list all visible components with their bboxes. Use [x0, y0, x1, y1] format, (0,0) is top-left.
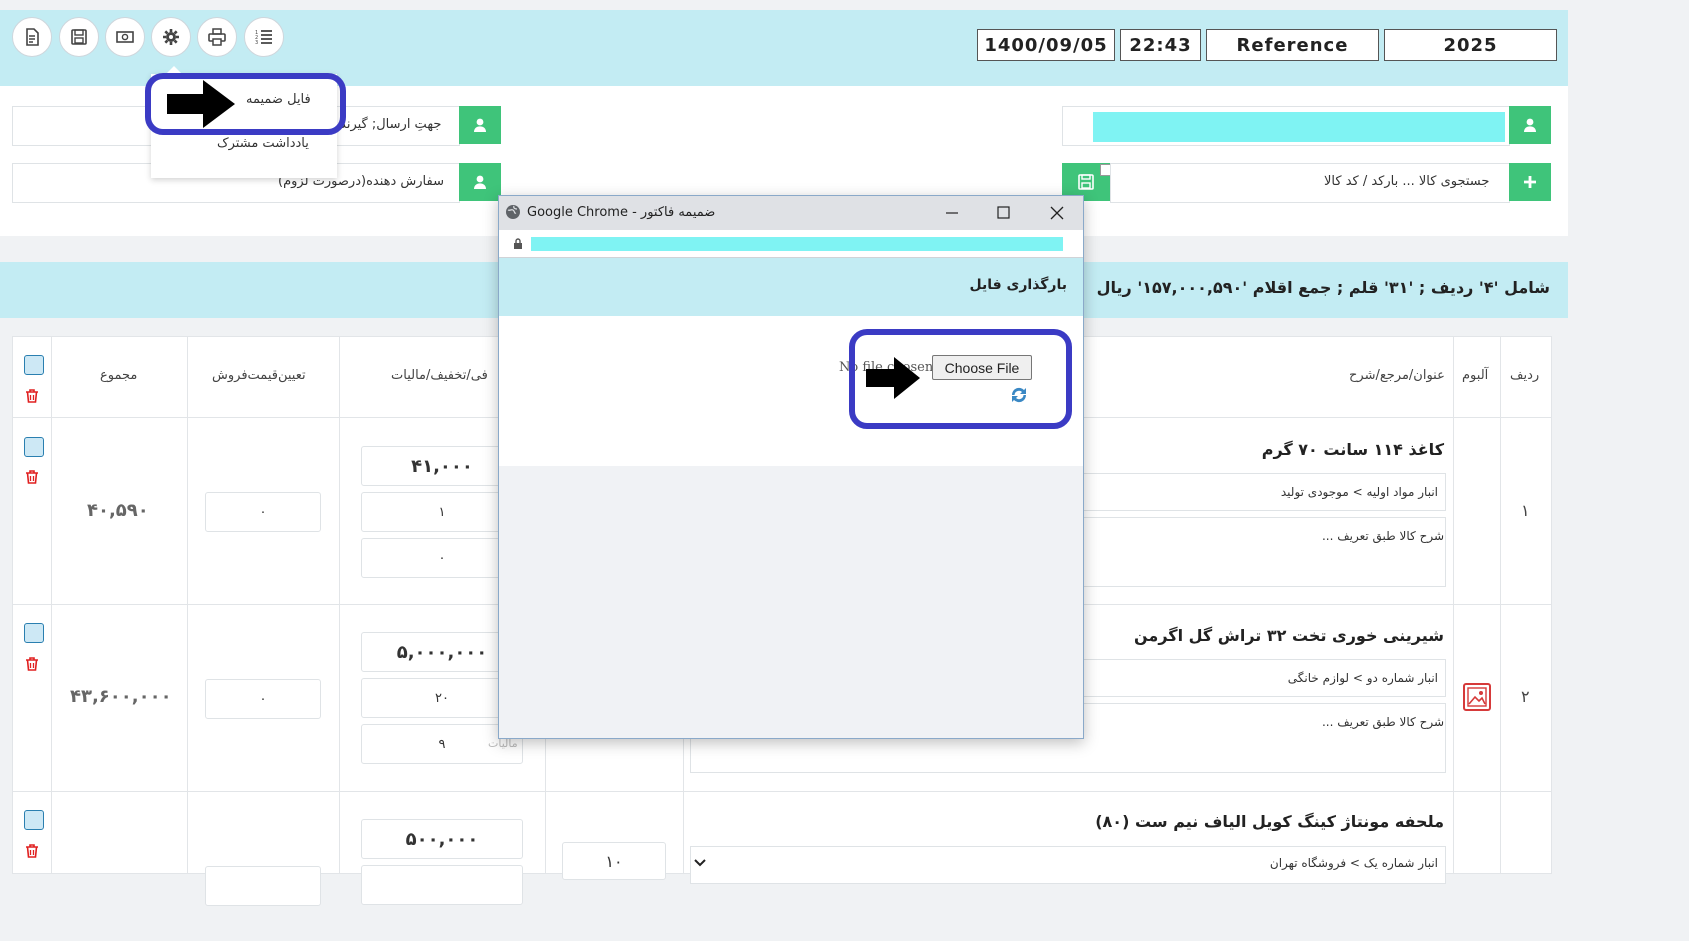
row-checkbox[interactable] [24, 437, 44, 457]
save-button[interactable] [59, 17, 99, 57]
col-separator [1453, 336, 1454, 874]
redacted-customer-name [1093, 112, 1505, 142]
warehouse-text: انبار مواد اولیه > موجودی تولید [1280, 485, 1438, 499]
menu-item-shared-note[interactable]: یادداشت مشترک [217, 136, 309, 151]
redacted-url [531, 237, 1063, 251]
recipient-label: جهتِ ارسال; گیرند [340, 117, 442, 132]
upload-title: بارگذاری فایل [969, 277, 1067, 293]
col-separator [1500, 336, 1501, 874]
row-checkbox[interactable] [24, 810, 44, 830]
print-button[interactable] [197, 17, 237, 57]
description-text: شرح کالا طبق تعریف ... [1321, 529, 1444, 543]
upload-header: بارگذاری فایل [499, 258, 1083, 316]
trash-icon[interactable] [24, 843, 40, 859]
close-icon[interactable] [1050, 206, 1064, 220]
row-total: ۴۰,۵۹۰ [87, 500, 149, 521]
maximize-icon[interactable] [997, 206, 1011, 220]
row-separator [12, 791, 1552, 792]
trash-icon[interactable] [24, 469, 40, 485]
recipient-user-button[interactable] [459, 106, 501, 144]
chevron-down-icon[interactable] [694, 858, 706, 868]
document-icon [26, 28, 39, 46]
money-icon [116, 31, 134, 43]
header-sale-price: تعیین‌قیمت‌فروش [212, 368, 306, 383]
save-icon [1078, 174, 1094, 190]
window-titlebar: ضمیمه فاکتور - Google Chrome [499, 196, 1083, 230]
list-icon: 123 [255, 30, 272, 46]
select-all-checkbox[interactable] [24, 355, 44, 375]
header-row: ردیف [1510, 368, 1540, 383]
quantity-input[interactable]: ۱۰ [562, 842, 666, 880]
col-separator [339, 336, 340, 874]
product-title: شیرینی خوری تخت ۳۲ تراش گل اگرمن [1134, 626, 1444, 645]
user-icon [1524, 118, 1536, 132]
sale-price-input[interactable]: ۰ [205, 492, 321, 532]
time-field[interactable]: 22:43 [1120, 29, 1201, 61]
warehouse-text: انبار شماره یک > فروشگاه تهران [1269, 856, 1438, 870]
print-icon [208, 28, 226, 46]
sale-price-input[interactable] [205, 866, 321, 906]
image-icon[interactable] [1462, 682, 1492, 712]
header-title: عنوان/مرجع/شرح [1349, 368, 1445, 383]
address-bar[interactable] [499, 230, 1083, 258]
row-total: ۴۳,۶۰۰,۰۰۰ [70, 686, 172, 707]
col-separator [187, 336, 188, 874]
description-text: شرح کالا طبق تعریف ... [1321, 715, 1444, 729]
new-document-button[interactable] [12, 17, 52, 57]
plus-icon [1524, 176, 1536, 188]
product-title: کاغذ ۱۱۴ سانت ۷۰ گرم [1261, 440, 1444, 459]
price-input[interactable]: ۵۰۰,۰۰۰ [361, 819, 523, 859]
svg-text:3: 3 [255, 40, 258, 46]
save-icon [71, 29, 87, 45]
reference-field[interactable]: Reference [1206, 29, 1379, 61]
payment-button[interactable] [105, 17, 145, 57]
arrow-right-icon [167, 80, 235, 128]
row-number: ۱ [1521, 501, 1530, 520]
orderer-user-button[interactable] [459, 163, 501, 201]
lock-icon [514, 238, 522, 249]
add-product-button[interactable] [1509, 163, 1551, 201]
arrow-right-icon [866, 357, 920, 399]
user-icon [474, 118, 486, 132]
col-separator [51, 336, 52, 874]
user-icon [474, 175, 486, 189]
header-total: مجموع [100, 368, 138, 383]
settings-button[interactable] [151, 17, 191, 57]
discount-input[interactable] [361, 865, 523, 905]
row-number: ۲ [1521, 687, 1530, 706]
list-button[interactable]: 123 [244, 17, 284, 57]
date-field[interactable]: 1400/09/05 [977, 29, 1115, 61]
trash-icon[interactable] [24, 656, 40, 672]
minimize-icon[interactable] [945, 207, 959, 219]
invoice-number-field[interactable]: 2025 [1384, 29, 1557, 61]
window-title: ضمیمه فاکتور - Google Chrome [527, 205, 716, 220]
gear-icon [163, 29, 179, 45]
warehouse-text: انبار شماره دو > لوازم خانگی [1287, 671, 1438, 685]
customer-user-button[interactable] [1509, 106, 1551, 144]
product-search-label: جستجوی کالا ... بارکد / کد کالا [1324, 174, 1490, 189]
summary-text: شامل '۴' ردیف ; '۳۱' قلم ; جمع اقلام '۱۵… [1096, 278, 1550, 297]
trash-icon[interactable] [24, 388, 40, 404]
header-album: آلبوم [1462, 368, 1489, 383]
sale-price-input[interactable]: ۰ [205, 679, 321, 719]
header-price: فی/تخفیف/مالیات [391, 368, 488, 383]
chrome-popup-window: ضمیمه فاکتور - Google Chrome بارگذاری فا… [498, 195, 1084, 739]
globe-icon [506, 205, 520, 219]
row-checkbox[interactable] [24, 623, 44, 643]
product-title: ملحفه مونتاژ کینگ کویل الیاف نیم ست (۸۰) [1095, 812, 1444, 831]
